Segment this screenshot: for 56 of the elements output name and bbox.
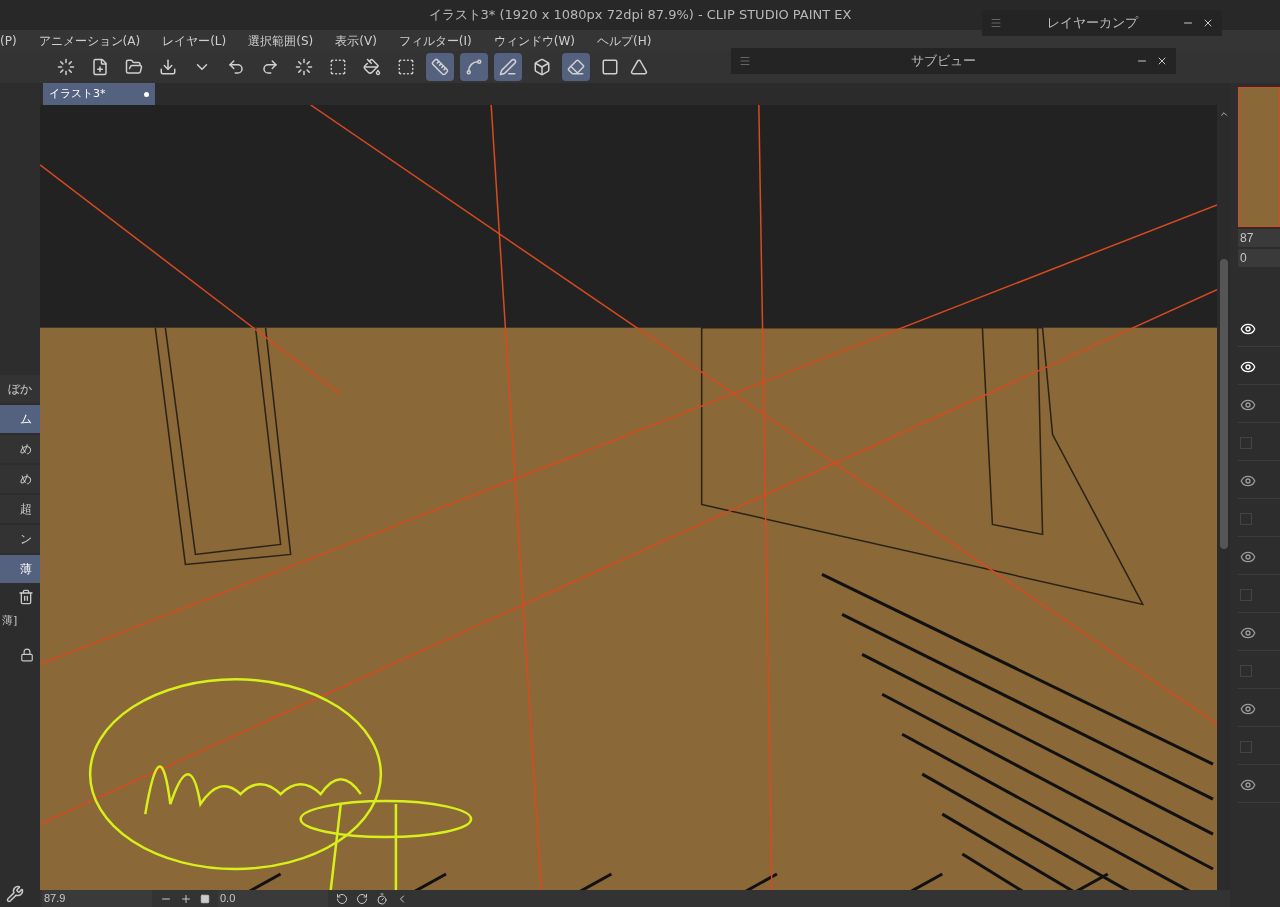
folder-icon xyxy=(125,58,143,76)
pen-ruler-icon xyxy=(499,58,517,76)
ruler-icon xyxy=(431,58,449,76)
gradient-square-icon xyxy=(601,58,619,76)
dashed-square-icon xyxy=(329,58,347,76)
rotate-right-icon[interactable] xyxy=(356,892,368,905)
close-icon[interactable] xyxy=(1156,55,1168,67)
panel-title: レイヤーカンプ xyxy=(1046,14,1138,33)
undo-icon xyxy=(227,58,245,76)
brush-list-item[interactable]: ン xyxy=(0,525,40,553)
reset-rotation-icon[interactable] xyxy=(376,892,388,905)
brush-list-item[interactable]: め xyxy=(0,435,40,463)
brush-list-item[interactable]: め xyxy=(0,465,40,493)
scroll-up-icon[interactable] xyxy=(1218,109,1229,119)
document-tab[interactable]: イラスト3* xyxy=(43,83,155,105)
menu-item[interactable]: レイヤー(L) xyxy=(162,31,227,50)
menu-icon[interactable] xyxy=(990,17,1002,29)
curve-ruler-icon xyxy=(465,58,483,76)
lock-icon[interactable] xyxy=(20,647,34,662)
window-title: イラスト3* (1920 x 1080px 72dpi 87.9%) - CLIP STUDIO PAINT EX xyxy=(428,6,852,25)
menu-item[interactable]: 表示(V) xyxy=(335,31,377,50)
brush-list-item[interactable]: 超 xyxy=(0,495,40,523)
paint-bucket-icon xyxy=(363,58,381,76)
menu-item[interactable]: アニメーション(A) xyxy=(38,31,141,50)
menu-item[interactable]: (P) xyxy=(0,31,17,50)
fit-square-icon[interactable] xyxy=(200,893,210,904)
menu-icon[interactable] xyxy=(739,55,751,67)
eraser-tool-button[interactable] xyxy=(562,53,590,81)
triangle-ruler-icon[interactable] xyxy=(630,58,648,76)
scrollbar-thumb[interactable] xyxy=(1219,259,1228,549)
curve-ruler-tool-button[interactable] xyxy=(460,53,488,81)
close-icon[interactable] xyxy=(1202,17,1214,29)
redo-icon xyxy=(261,58,279,76)
new-file-icon xyxy=(91,58,109,76)
brush-list-item[interactable]: ム xyxy=(0,405,40,433)
rotate-left-icon[interactable] xyxy=(336,892,348,905)
download-icon xyxy=(159,58,177,76)
panel-tab[interactable]: 薄] xyxy=(0,613,40,630)
navigator-zoom-field[interactable]: 87 xyxy=(1238,229,1280,247)
zoom-in-icon[interactable] xyxy=(180,892,192,905)
ruler-tool-button[interactable] xyxy=(426,53,454,81)
wrench-icon[interactable] xyxy=(6,885,24,903)
menu-item[interactable]: ウィンドウ(W) xyxy=(493,31,575,50)
pen-ruler-tool-button[interactable] xyxy=(494,53,522,81)
menu-item[interactable]: 選択範囲(S) xyxy=(248,31,314,50)
brush-list-item[interactable]: 薄 xyxy=(0,555,40,583)
navigator-angle-field[interactable]: 0 xyxy=(1238,249,1280,267)
rotation-field[interactable]: 0.0 xyxy=(218,890,328,907)
zoom-field[interactable]: 87.9 xyxy=(42,890,152,907)
menu-item[interactable]: フィルター(I) xyxy=(398,31,472,50)
brush-list-item[interactable]: ぼか xyxy=(0,375,40,403)
panel-title: サブビュー xyxy=(911,52,976,71)
eraser-icon xyxy=(567,58,585,76)
menu-item[interactable]: ヘルプ(H) xyxy=(596,31,652,50)
trash-icon[interactable] xyxy=(18,589,34,605)
cube-icon xyxy=(533,58,551,76)
